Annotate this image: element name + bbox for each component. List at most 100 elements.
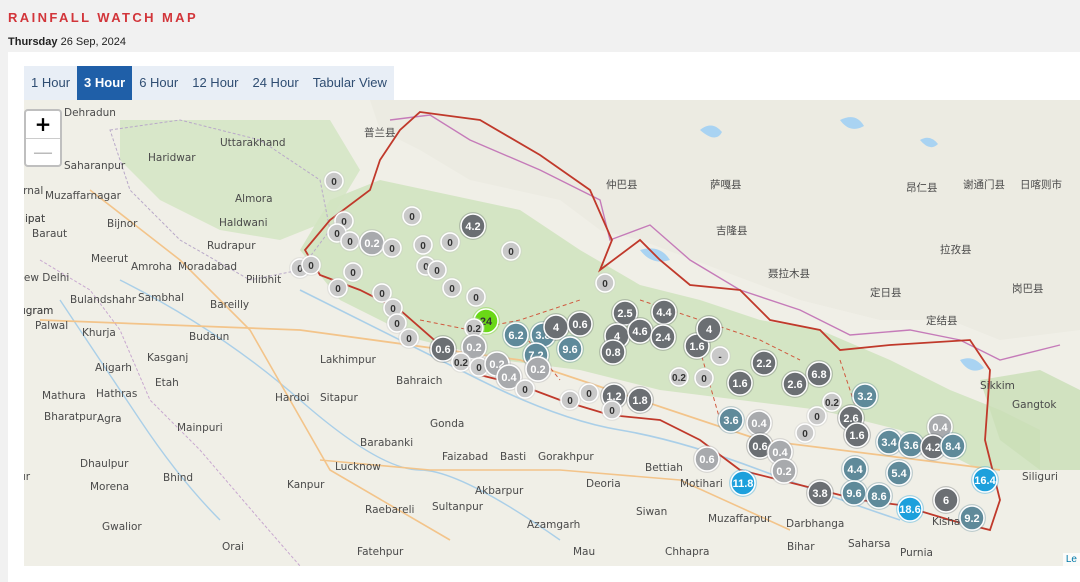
rainfall-marker[interactable]: 0 <box>601 399 623 421</box>
place-label: Muzaffarnagar <box>45 190 122 202</box>
marker-value: 0 <box>409 212 415 223</box>
rainfall-marker[interactable]: 0.2 <box>770 457 798 485</box>
tab-6-hour[interactable]: 6 Hour <box>132 66 185 100</box>
rainfall-marker[interactable]: - <box>709 345 731 367</box>
marker-value: 0.8 <box>605 347 620 359</box>
rainfall-marker[interactable]: 3.6 <box>717 406 745 434</box>
rainfall-marker[interactable]: 9.6 <box>840 479 868 507</box>
place-label: 吉隆县 <box>716 224 748 237</box>
rainfall-marker[interactable]: 0 <box>693 367 715 389</box>
place-label: 日喀则市 <box>1020 178 1062 191</box>
rainfall-marker[interactable]: 0 <box>500 240 522 262</box>
rainfall-marker[interactable]: 8.6 <box>865 482 893 510</box>
place-label: Gurugram <box>24 305 53 317</box>
marker-value: 18.6 <box>899 504 920 516</box>
rainfall-marker[interactable]: 1.6 <box>726 369 754 397</box>
place-label: Meerut <box>91 253 128 265</box>
place-label: Bahraich <box>396 375 442 387</box>
marker-value: 0 <box>447 238 453 249</box>
rainfall-marker[interactable]: 0 <box>327 277 349 299</box>
tab-3-hour[interactable]: 3 Hour <box>77 66 133 100</box>
place-label: Etah <box>155 377 179 389</box>
rainfall-marker[interactable]: 0.6 <box>566 310 594 338</box>
zoom-out-button[interactable]: — <box>26 138 60 166</box>
rainfall-marker[interactable]: 4.2 <box>459 212 487 240</box>
rainfall-marker[interactable]: 0 <box>578 382 600 404</box>
rainfall-map[interactable]: Dehradun Uttarakhand Haridwar Saharanpur Kar… <box>24 100 1080 566</box>
rainfall-marker[interactable]: 4.4 <box>650 298 678 326</box>
rainfall-marker[interactable]: 16.4 <box>971 466 999 494</box>
zoom-in-button[interactable]: + <box>26 111 60 138</box>
map-svg[interactable]: Dehradun Uttarakhand Haridwar Saharanpur Kar… <box>24 100 1080 566</box>
marker-value: 6 <box>943 495 949 507</box>
rainfall-marker[interactable]: 0 <box>426 259 448 281</box>
place-label: Almora <box>235 193 273 205</box>
rainfall-marker[interactable]: 1.8 <box>626 386 654 414</box>
rainfall-marker[interactable]: 4 <box>695 315 723 343</box>
rainfall-marker[interactable]: 0 <box>323 170 345 192</box>
place-label: Purnia <box>900 547 933 559</box>
rainfall-marker[interactable]: 0 <box>412 234 434 256</box>
rainfall-marker[interactable]: 0 <box>594 272 616 294</box>
rainfall-marker[interactable]: 8.4 <box>939 432 967 460</box>
tab-tabular-view[interactable]: Tabular View <box>306 66 394 100</box>
rainfall-marker[interactable]: 0.6 <box>693 445 721 473</box>
marker-value: 0 <box>394 319 400 330</box>
rainfall-marker[interactable]: 0 <box>559 389 581 411</box>
place-label: Sambhal <box>138 292 184 304</box>
marker-value: 4.2 <box>925 442 940 454</box>
rainfall-marker[interactable]: 6.2 <box>502 321 530 349</box>
rainfall-marker[interactable]: 6 <box>932 486 960 514</box>
rainfall-marker[interactable]: 5.4 <box>885 459 913 487</box>
rainfall-marker[interactable]: 2.4 <box>649 323 677 351</box>
marker-value: 0.2 <box>454 358 468 369</box>
place-label: Motihari <box>680 478 723 490</box>
place-label: Siliguri <box>1022 471 1058 483</box>
place-label: Sikkim <box>980 380 1015 392</box>
marker-value: 9.2 <box>964 513 979 525</box>
rainfall-marker[interactable]: 4.4 <box>841 455 869 483</box>
rainfall-marker[interactable]: 2.2 <box>750 349 778 377</box>
rainfall-marker[interactable]: 18.6 <box>896 495 924 523</box>
rainfall-marker[interactable]: 9.6 <box>556 335 584 363</box>
place-label: Bhind <box>163 472 193 484</box>
rainfall-marker[interactable]: 0.8 <box>599 338 627 366</box>
page-title: RAINFALL WATCH MAP <box>8 10 199 25</box>
rainfall-marker[interactable]: 0.2 <box>358 229 386 257</box>
map-attribution[interactable]: Le <box>1062 553 1080 566</box>
place-label: Bulandshahr <box>70 294 137 306</box>
place-label: Karnal <box>24 185 43 197</box>
marker-value: 3.8 <box>812 488 827 500</box>
rainfall-marker[interactable]: 0 <box>441 277 463 299</box>
rainfall-marker[interactable]: 9.2 <box>958 504 986 532</box>
rainfall-marker[interactable]: 0.2 <box>668 366 690 388</box>
tab-24-hour[interactable]: 24 Hour <box>245 66 305 100</box>
place-label: 拉孜县 <box>940 243 972 256</box>
rainfall-marker[interactable]: 0 <box>465 286 487 308</box>
rainfall-marker[interactable]: 2.6 <box>781 370 809 398</box>
rainfall-marker[interactable]: 0 <box>401 205 423 227</box>
marker-value: 6.2 <box>508 330 523 342</box>
marker-value: 2.2 <box>756 358 771 370</box>
rainfall-marker[interactable]: 0 <box>300 254 322 276</box>
rainfall-marker[interactable]: 0 <box>439 231 461 253</box>
rainfall-marker[interactable]: 0 <box>398 327 420 349</box>
rainfall-marker[interactable]: 0.2 <box>821 391 843 413</box>
tab-12-hour[interactable]: 12 Hour <box>185 66 245 100</box>
rainfall-marker[interactable]: 0 <box>339 230 361 252</box>
rainfall-marker[interactable]: 0 <box>514 378 536 400</box>
rainfall-marker[interactable]: 6.8 <box>805 360 833 388</box>
rainfall-marker[interactable]: 3.8 <box>806 479 834 507</box>
place-label: Fatehpur <box>357 546 404 558</box>
tab-1-hour[interactable]: 1 Hour <box>24 66 77 100</box>
marker-value: 0 <box>347 237 353 248</box>
place-label: Hathras <box>96 388 137 400</box>
rainfall-marker[interactable]: 0 <box>381 237 403 259</box>
rainfall-marker[interactable]: 11.8 <box>729 469 757 497</box>
rainfall-marker[interactable]: 0 <box>342 261 364 283</box>
marker-value: 0 <box>335 284 341 295</box>
marker-value: 0.6 <box>572 319 587 331</box>
place-label: Dehradun <box>64 107 116 119</box>
marker-value: 0 <box>508 247 514 258</box>
rainfall-marker[interactable]: 1.6 <box>843 421 871 449</box>
